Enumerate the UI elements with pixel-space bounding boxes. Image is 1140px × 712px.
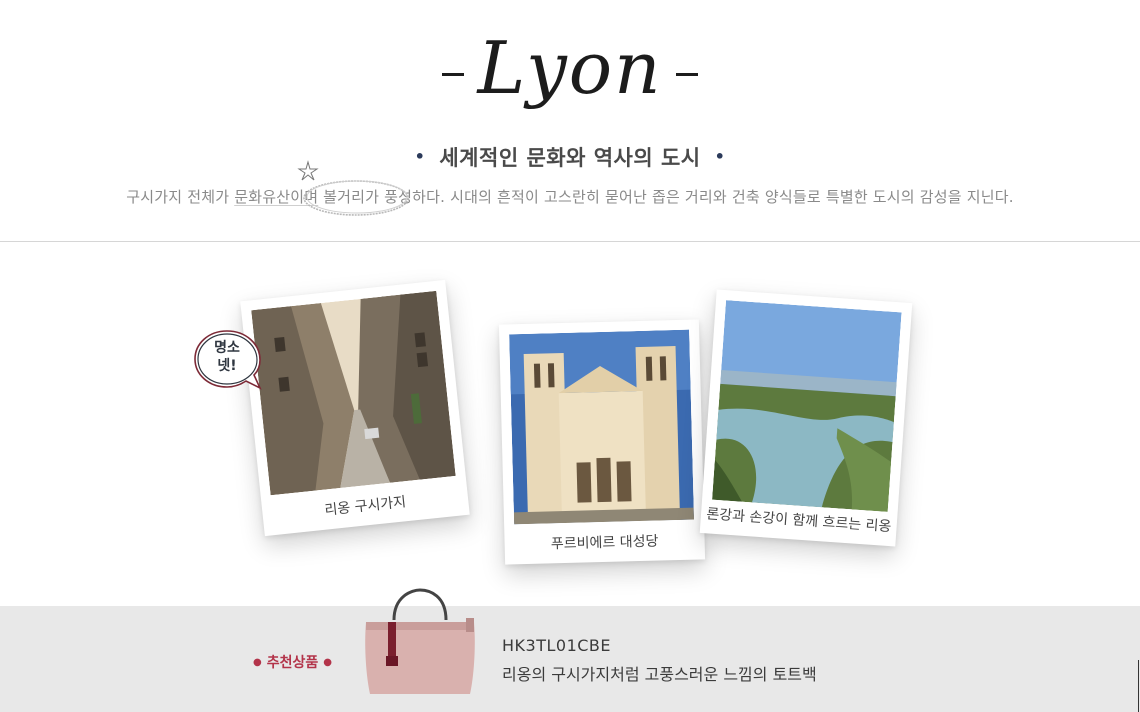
product-code[interactable]: HK3TL01CBE [502, 636, 611, 655]
river-photo [712, 300, 902, 512]
circle-doodle [303, 180, 409, 216]
bullet-dot-icon: ● [253, 657, 262, 668]
subtitle-text: 세계적인 문화와 역사의 도시 [439, 146, 701, 170]
title-dash-left [441, 72, 464, 76]
city-title: Lyon [0, 18, 1140, 118]
tote-bag-image[interactable] [358, 586, 482, 702]
product-name[interactable]: 리옹의 구시가지처럼 고풍스러운 느낌의 토트백 [502, 661, 817, 685]
badge-text: 명소 넷! [214, 340, 240, 374]
description: 구시가지 전체가 문화유산이며 볼거리가 풍성하다. 시대의 흔적이 고스란히 … [0, 186, 1140, 207]
desc-part-4: 하다. 시대의 흔적이 고스란히 묻어난 좁은 거리와 건축 양식들로 특별한 … [412, 188, 1014, 206]
basilica-photo [509, 329, 695, 525]
section-divider [0, 241, 1140, 242]
recommendation-label-text: 추천상품 [266, 655, 319, 671]
subtitle: • 세계적인 문화와 역사의 도시 • [0, 142, 1140, 172]
recommendation-bar [0, 606, 1140, 712]
bullet-dot-icon: • [714, 147, 726, 166]
photo-card-basilica[interactable]: 푸르비에르 대성당 [498, 319, 706, 565]
edge-divider [1138, 660, 1139, 712]
photo-card-old-town[interactable]: 리옹 구시가지 [240, 279, 470, 537]
old-town-photo [251, 290, 456, 496]
hero-section: Lyon • 세계적인 문화와 역사의 도시 • 구시가지 전체가 문화유산이며 볼… [0, 0, 1140, 242]
photo-caption: 푸르비에르 대성당 [550, 533, 659, 553]
bullet-dot-icon: • [414, 147, 426, 166]
city-name: Lyon [477, 26, 663, 110]
photo-card-river[interactable]: 론강과 손강이 함께 흐르는 리옹 [699, 289, 913, 547]
title-dash-right [676, 72, 699, 76]
bullet-dot-icon: ● [323, 657, 332, 668]
desc-part-1: 구시가지 전체가 [126, 188, 235, 206]
recommendation-label: ● 추천상품 ● [248, 652, 337, 672]
